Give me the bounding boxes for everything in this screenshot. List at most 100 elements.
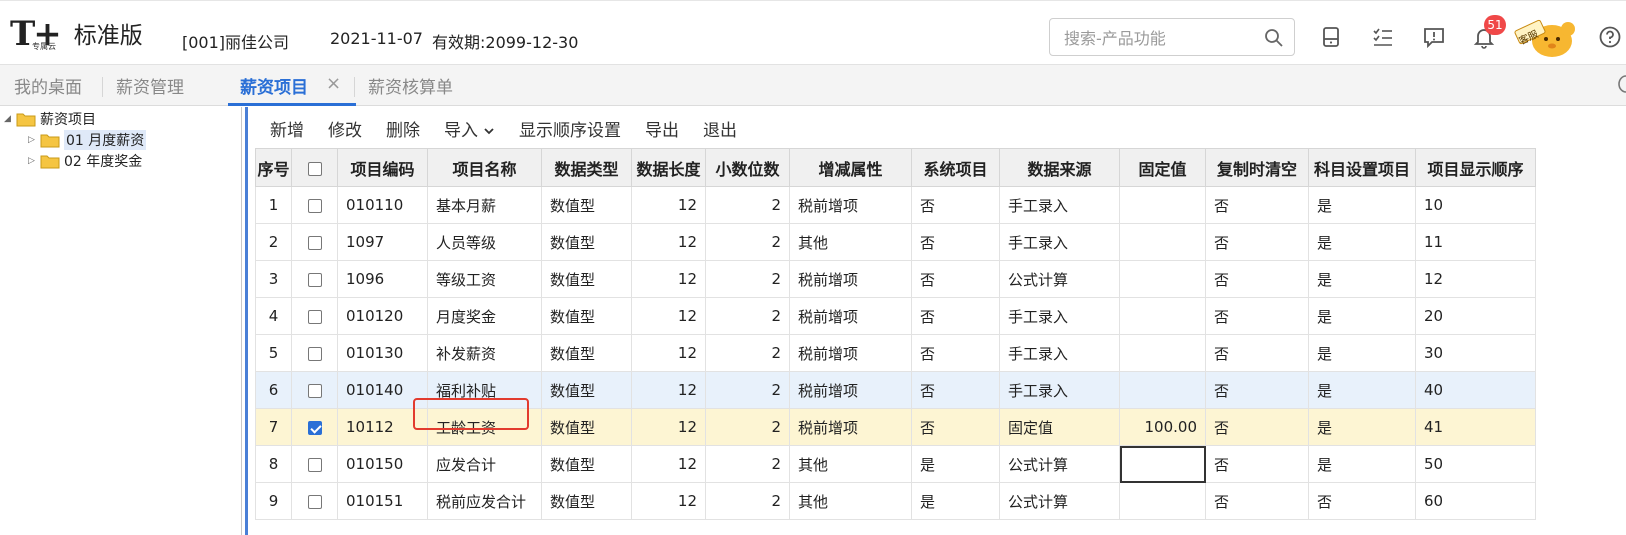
clear-on-copy-cell[interactable]: 否 [1205, 408, 1309, 446]
subject-setting-cell[interactable]: 是 [1308, 334, 1416, 372]
row-number-cell[interactable]: 2 [255, 223, 292, 261]
data-source-cell[interactable]: 手工录入 [999, 186, 1120, 224]
row-select-cell[interactable] [291, 260, 338, 298]
item-name-cell[interactable]: 人员等级 [427, 223, 542, 261]
search-input[interactable] [1062, 25, 1261, 51]
table-row[interactable]: 4 010120 月度奖金 数值型 12 2 税前增项否手工录入否是 20 [255, 297, 1536, 335]
row-number-cell[interactable]: 6 [255, 371, 292, 409]
tab-close-icon[interactable]: × [326, 73, 341, 94]
item-name-cell[interactable]: 补发薪资 [427, 334, 542, 372]
clear-on-copy-cell[interactable]: 否 [1205, 260, 1309, 298]
add-button[interactable]: 新增 [270, 116, 304, 141]
row-select-cell[interactable] [291, 186, 338, 224]
system-item-cell[interactable]: 否 [911, 334, 1000, 372]
row-select-cell[interactable] [291, 408, 338, 446]
display-order-cell[interactable]: 50 [1415, 445, 1536, 483]
fixed-value-cell[interactable]: 100.00 [1119, 408, 1206, 446]
exit-button[interactable]: 退出 [703, 116, 737, 141]
data-type-cell[interactable]: 数值型 [541, 445, 632, 483]
system-item-cell[interactable]: 否 [911, 186, 1000, 224]
fixed-value-cell[interactable] [1119, 371, 1206, 409]
clear-on-copy-cell[interactable]: 否 [1205, 482, 1309, 520]
column-header[interactable]: 项目编码 [337, 148, 428, 187]
row-number-cell[interactable]: 1 [255, 186, 292, 224]
table-row[interactable]: 7 10112 工龄工资 数值型 12 2 税前增项否固定值 100.00 否是 41 [255, 408, 1536, 446]
column-header[interactable]: 数据长度 [631, 148, 706, 187]
column-header[interactable]: 增减属性 [789, 148, 912, 187]
subject-setting-cell[interactable]: 是 [1308, 408, 1416, 446]
display-order-cell[interactable]: 11 [1415, 223, 1536, 261]
item-code-cell[interactable]: 010140 [337, 371, 428, 409]
decimal-places-cell[interactable]: 2 [705, 186, 790, 224]
row-number-cell[interactable]: 8 [255, 445, 292, 483]
data-length-cell[interactable]: 12 [631, 482, 706, 520]
tab-salary-accounting[interactable]: 薪资核算单 [368, 73, 453, 98]
delete-button[interactable]: 删除 [386, 116, 420, 141]
display-order-cell[interactable]: 12 [1415, 260, 1536, 298]
expand-arrow-icon[interactable]: ▷ [28, 135, 40, 145]
table-row[interactable]: 8 010150 应发合计 数值型 12 2 其他是公式计算否是 50 [255, 445, 1536, 483]
item-code-cell[interactable]: 010110 [337, 186, 428, 224]
item-code-cell[interactable]: 1097 [337, 223, 428, 261]
row-number-cell[interactable]: 3 [255, 260, 292, 298]
select-all-checkbox[interactable] [307, 161, 322, 176]
table-row[interactable]: 1 010110 基本月薪 数值型 12 2 税前增项否手工录入否是 10 [255, 186, 1536, 224]
increase-decrease-attribute-cell[interactable]: 其他 [789, 223, 912, 261]
data-source-cell[interactable]: 手工录入 [999, 371, 1120, 409]
increase-decrease-attribute-cell[interactable]: 税前增项 [789, 297, 912, 335]
item-name-cell[interactable]: 月度奖金 [427, 297, 542, 335]
column-header[interactable]: 固定值 [1119, 148, 1206, 187]
data-type-cell[interactable]: 数值型 [541, 371, 632, 409]
item-code-cell[interactable]: 010151 [337, 482, 428, 520]
system-item-cell[interactable]: 否 [911, 371, 1000, 409]
expand-arrow-icon[interactable]: ▷ [28, 156, 40, 166]
table-row[interactable]: 2 1097 人员等级 数值型 12 2 其他否手工录入否是 11 [255, 223, 1536, 261]
increase-decrease-attribute-cell[interactable]: 税前增项 [789, 260, 912, 298]
export-button[interactable]: 导出 [645, 116, 679, 141]
tab-scroll-icon[interactable] [1617, 74, 1626, 94]
data-source-cell[interactable]: 手工录入 [999, 334, 1120, 372]
row-number-cell[interactable]: 9 [255, 482, 292, 520]
clear-on-copy-cell[interactable]: 否 [1205, 371, 1309, 409]
decimal-places-cell[interactable]: 2 [705, 297, 790, 335]
data-length-cell[interactable]: 12 [631, 260, 706, 298]
collapse-arrow-icon[interactable]: ◢ [4, 114, 16, 124]
item-code-cell[interactable]: 10112 [337, 408, 428, 446]
subject-setting-cell[interactable]: 是 [1308, 297, 1416, 335]
fixed-value-cell[interactable] [1119, 223, 1206, 261]
decimal-places-cell[interactable]: 2 [705, 408, 790, 446]
table-row[interactable]: 9 010151 税前应发合计 数值型 12 2 其他是公式计算否否 60 [255, 482, 1536, 520]
row-number-cell[interactable]: 4 [255, 297, 292, 335]
fixed-value-cell[interactable] [1119, 297, 1206, 335]
column-header[interactable]: 小数位数 [705, 148, 790, 187]
data-source-cell[interactable]: 手工录入 [999, 297, 1120, 335]
data-source-cell[interactable]: 公式计算 [999, 445, 1120, 483]
select-all-header[interactable] [291, 148, 338, 187]
decimal-places-cell[interactable]: 2 [705, 445, 790, 483]
column-header[interactable]: 数据类型 [541, 148, 632, 187]
row-select-cell[interactable] [291, 482, 338, 520]
import-dropdown[interactable]: 导入 [444, 116, 495, 141]
decimal-places-cell[interactable]: 2 [705, 223, 790, 261]
fixed-value-cell[interactable] [1119, 445, 1206, 483]
tree-root-salary-items[interactable]: ◢ 薪资项目 [4, 109, 96, 129]
panel-splitter[interactable] [245, 107, 248, 535]
item-code-cell[interactable]: 010150 [337, 445, 428, 483]
system-item-cell[interactable]: 否 [911, 408, 1000, 446]
system-item-cell[interactable]: 否 [911, 260, 1000, 298]
data-length-cell[interactable]: 12 [631, 371, 706, 409]
clear-on-copy-cell[interactable]: 否 [1205, 223, 1309, 261]
row-select-cell[interactable] [291, 297, 338, 335]
row-select-cell[interactable] [291, 223, 338, 261]
system-item-cell[interactable]: 否 [911, 223, 1000, 261]
row-select-cell[interactable] [291, 334, 338, 372]
data-type-cell[interactable]: 数值型 [541, 482, 632, 520]
fixed-value-cell[interactable] [1119, 482, 1206, 520]
system-item-cell[interactable]: 否 [911, 297, 1000, 335]
item-name-cell[interactable]: 等级工资 [427, 260, 542, 298]
display-order-cell[interactable]: 30 [1415, 334, 1536, 372]
subject-setting-cell[interactable]: 是 [1308, 223, 1416, 261]
clear-on-copy-cell[interactable]: 否 [1205, 445, 1309, 483]
increase-decrease-attribute-cell[interactable]: 其他 [789, 482, 912, 520]
data-length-cell[interactable]: 12 [631, 445, 706, 483]
